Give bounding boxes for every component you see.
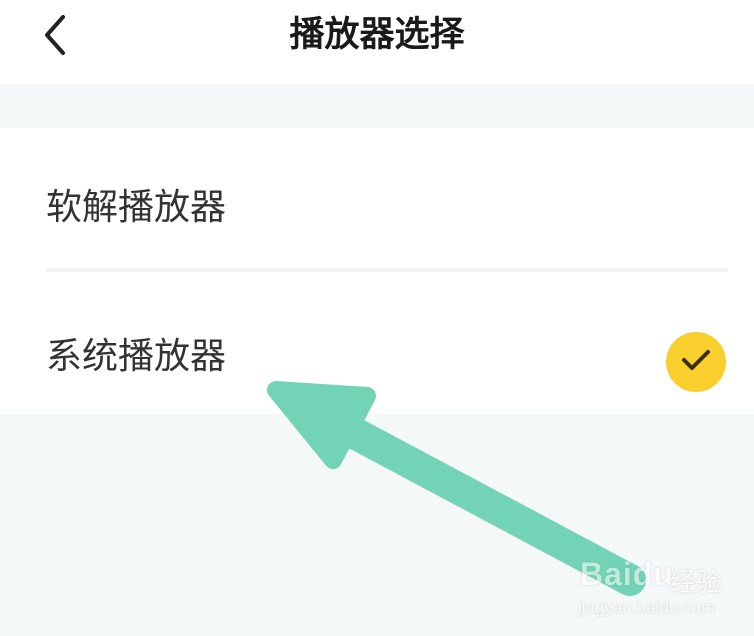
list-item-soft-decode-player[interactable]: 软解播放器 (0, 128, 754, 272)
watermark-brand: Baidu (580, 556, 674, 592)
list-item-label: 系统播放器 (46, 336, 227, 377)
chevron-left-icon (41, 13, 69, 57)
watermark: Baidu 经验 jingyan.baidu.com (570, 548, 740, 628)
watermark-sub: 经验 (670, 568, 723, 598)
header-bar: 播放器选择 (0, 0, 754, 84)
selected-badge (666, 332, 726, 392)
player-list: 软解播放器 系统播放器 (0, 128, 754, 414)
page-title: 播放器选择 (289, 15, 465, 55)
list-item-label: 软解播放器 (46, 187, 227, 228)
section-gap (0, 84, 754, 128)
check-icon (681, 349, 711, 375)
back-button[interactable] (30, 12, 80, 58)
list-item-system-player[interactable]: 系统播放器 (0, 272, 754, 414)
watermark-url: jingyan.baidu.com (578, 598, 716, 617)
